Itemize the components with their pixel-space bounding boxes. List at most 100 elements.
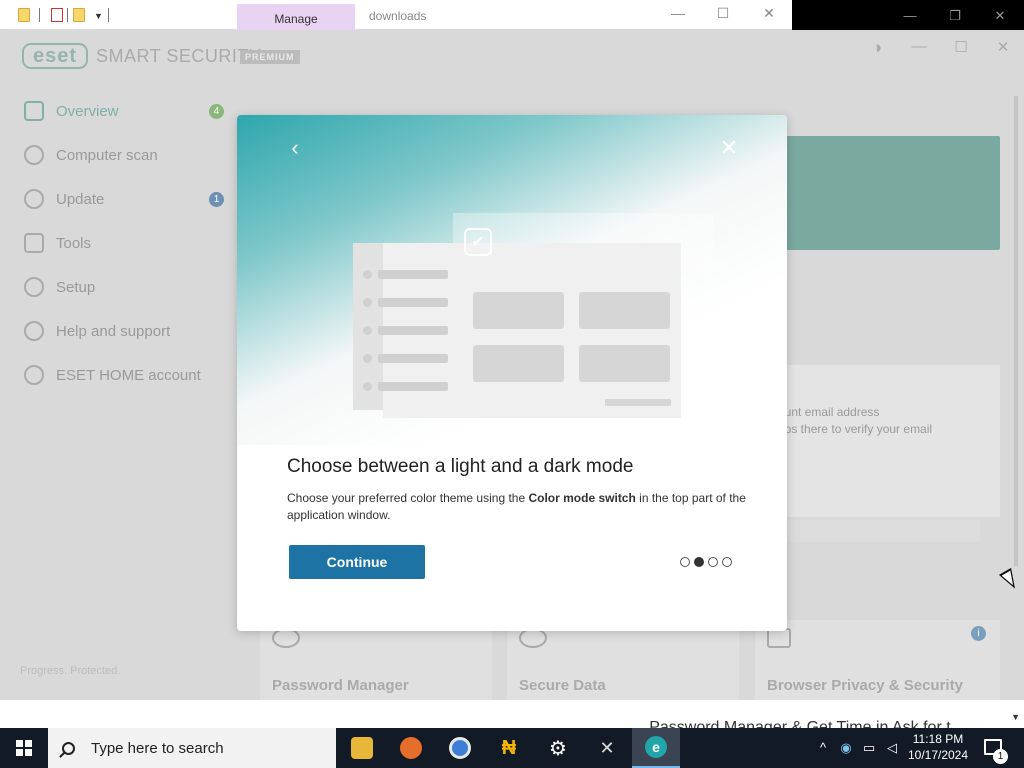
color-mode-switch-icon[interactable]: ◑ [867, 38, 887, 58]
sidebar-item-label: Setup [56, 278, 96, 296]
minimize-icon[interactable]: — [909, 38, 929, 55]
clock-date: 10/17/2024 [907, 748, 969, 762]
scrollbar[interactable] [1014, 96, 1018, 566]
show-hidden-icons-icon[interactable]: ^ [815, 740, 831, 755]
tile-label: Secure Data [519, 677, 606, 694]
new-folder-icon[interactable] [73, 8, 85, 22]
properties-icon[interactable] [51, 8, 63, 22]
gear-icon [24, 277, 44, 297]
sidebar-item-update[interactable]: Update 1 [24, 185, 234, 213]
eset-app[interactable]: e [632, 728, 680, 768]
divider [67, 8, 68, 22]
step-dot[interactable] [680, 557, 690, 567]
illustration-card [473, 292, 564, 329]
close-icon[interactable]: ✕ [993, 38, 1013, 56]
sidebar-item-computer-scan[interactable]: Computer scan [24, 141, 234, 169]
x-app[interactable]: ✕ [583, 728, 631, 768]
minimize-icon[interactable]: — [900, 8, 920, 23]
close-icon[interactable]: ✕ [719, 133, 739, 163]
checkmark-icon: ✔ [464, 228, 492, 256]
illustration-line [378, 298, 448, 307]
highlight-text: Color mode switch [528, 491, 636, 505]
sidebar-item-label: Overview [56, 102, 119, 120]
illustration-line [378, 270, 448, 279]
background-text: Password Manager & Get Time in Ask for t… [649, 719, 964, 728]
scroll-down-icon[interactable]: ▼ [1011, 712, 1020, 722]
sidebar-item-label: Help and support [56, 322, 171, 340]
sidebar-item-overview[interactable]: Overview 4 [24, 97, 234, 125]
step-dot[interactable] [722, 557, 732, 567]
step-indicator [680, 557, 732, 567]
folder-icon[interactable] [18, 8, 30, 22]
info-icon[interactable]: i [971, 626, 986, 641]
step-dot[interactable] [694, 557, 704, 567]
background-window-strip: Password Manager & Get Time in Ask for t… [0, 700, 1024, 728]
window-title: downloads [369, 9, 427, 23]
notification-badge: 4 [209, 103, 224, 119]
feature-tile-secure-data[interactable]: Secure Data [507, 620, 739, 700]
maximize-icon[interactable]: ☐ [713, 5, 733, 22]
maximize-icon[interactable]: ☐ [951, 38, 971, 56]
illustration-line [378, 326, 448, 335]
illustration-bullet [363, 298, 372, 307]
sidebar-item-label: Computer scan [56, 146, 158, 164]
manage-tab[interactable]: Manage [237, 4, 355, 30]
feature-tile-browser-privacy[interactable]: i Browser Privacy & Security [755, 620, 1000, 700]
sidebar-item-eset-home[interactable]: ESET HOME account [24, 361, 234, 389]
close-icon[interactable]: ✕ [759, 5, 779, 22]
sidebar-item-label: Tools [56, 234, 92, 252]
tile-label: Password Manager [272, 677, 409, 694]
update-icon [24, 189, 44, 209]
dialog-description: Choose your preferred color theme using … [287, 491, 746, 522]
volume-muted-icon[interactable]: ◁ [884, 740, 900, 756]
help-icon [24, 321, 44, 341]
network-icon[interactable]: ▭ [861, 740, 877, 756]
scan-icon [24, 145, 44, 165]
illustration-line [605, 399, 671, 406]
product-name: SMART SECURITY [96, 46, 262, 66]
close-icon[interactable]: ✕ [990, 8, 1010, 24]
illustration-bullet [363, 382, 372, 391]
secure-data-icon [519, 628, 547, 648]
system-clock[interactable]: 11:18 PM 10/17/2024 [904, 731, 972, 763]
feature-tile-password-manager[interactable]: Password Manager [260, 620, 492, 700]
step-dot[interactable] [708, 557, 718, 567]
color-mode-dialog: ‹ ✕ ✔ Choose between a light and a dark … [237, 115, 787, 631]
sidebar-item-setup[interactable]: Setup [24, 273, 234, 301]
illustration-card [473, 345, 564, 382]
taskbar-search[interactable]: Type here to search [48, 728, 336, 768]
eset-tray-icon[interactable]: ◉ [838, 740, 854, 756]
chrome-app[interactable] [436, 728, 484, 768]
divider [108, 8, 109, 22]
sidebar-item-tools[interactable]: Tools [24, 229, 234, 257]
overview-icon [24, 101, 44, 121]
file-explorer-app[interactable] [338, 728, 386, 768]
toolbox-icon [24, 233, 44, 253]
back-arrow-icon[interactable]: ‹ [285, 133, 305, 163]
account-icon [24, 365, 44, 385]
illustration-bullet [363, 354, 372, 363]
dialog-illustration: ‹ ✕ ✔ [237, 115, 787, 445]
customize-quick-access-icon[interactable]: ▼ [94, 11, 103, 21]
settings-app[interactable]: ⚙ [534, 728, 582, 768]
dialog-title: Choose between a light and a dark mode [287, 456, 634, 477]
notepad-plus-app[interactable]: ₦ [485, 728, 533, 768]
start-button[interactable] [0, 728, 48, 768]
windows-logo-icon [16, 740, 32, 756]
eset-icon: e [645, 736, 667, 758]
search-icon [62, 741, 75, 755]
content-strip [760, 520, 980, 542]
taskbar: Type here to search ₦ ⚙ ✕ e ^ ◉ ▭ ◁ 11:1… [0, 728, 1024, 768]
notification-badge: 1 [209, 191, 224, 207]
illustration-bullet [363, 326, 372, 335]
illustration-card [579, 345, 670, 382]
browser-icon [449, 737, 471, 759]
sidebar-item-help[interactable]: Help and support [24, 317, 234, 345]
firefox-app[interactable] [387, 728, 435, 768]
restore-icon[interactable]: ❐ [945, 8, 965, 24]
account-info-card: ount email address eps there to verify y… [760, 365, 1000, 517]
minimize-icon[interactable]: — [668, 5, 688, 21]
illustration-bullet [363, 270, 372, 279]
clock-time: 11:18 PM [912, 732, 964, 746]
continue-button[interactable]: Continue [289, 545, 425, 579]
